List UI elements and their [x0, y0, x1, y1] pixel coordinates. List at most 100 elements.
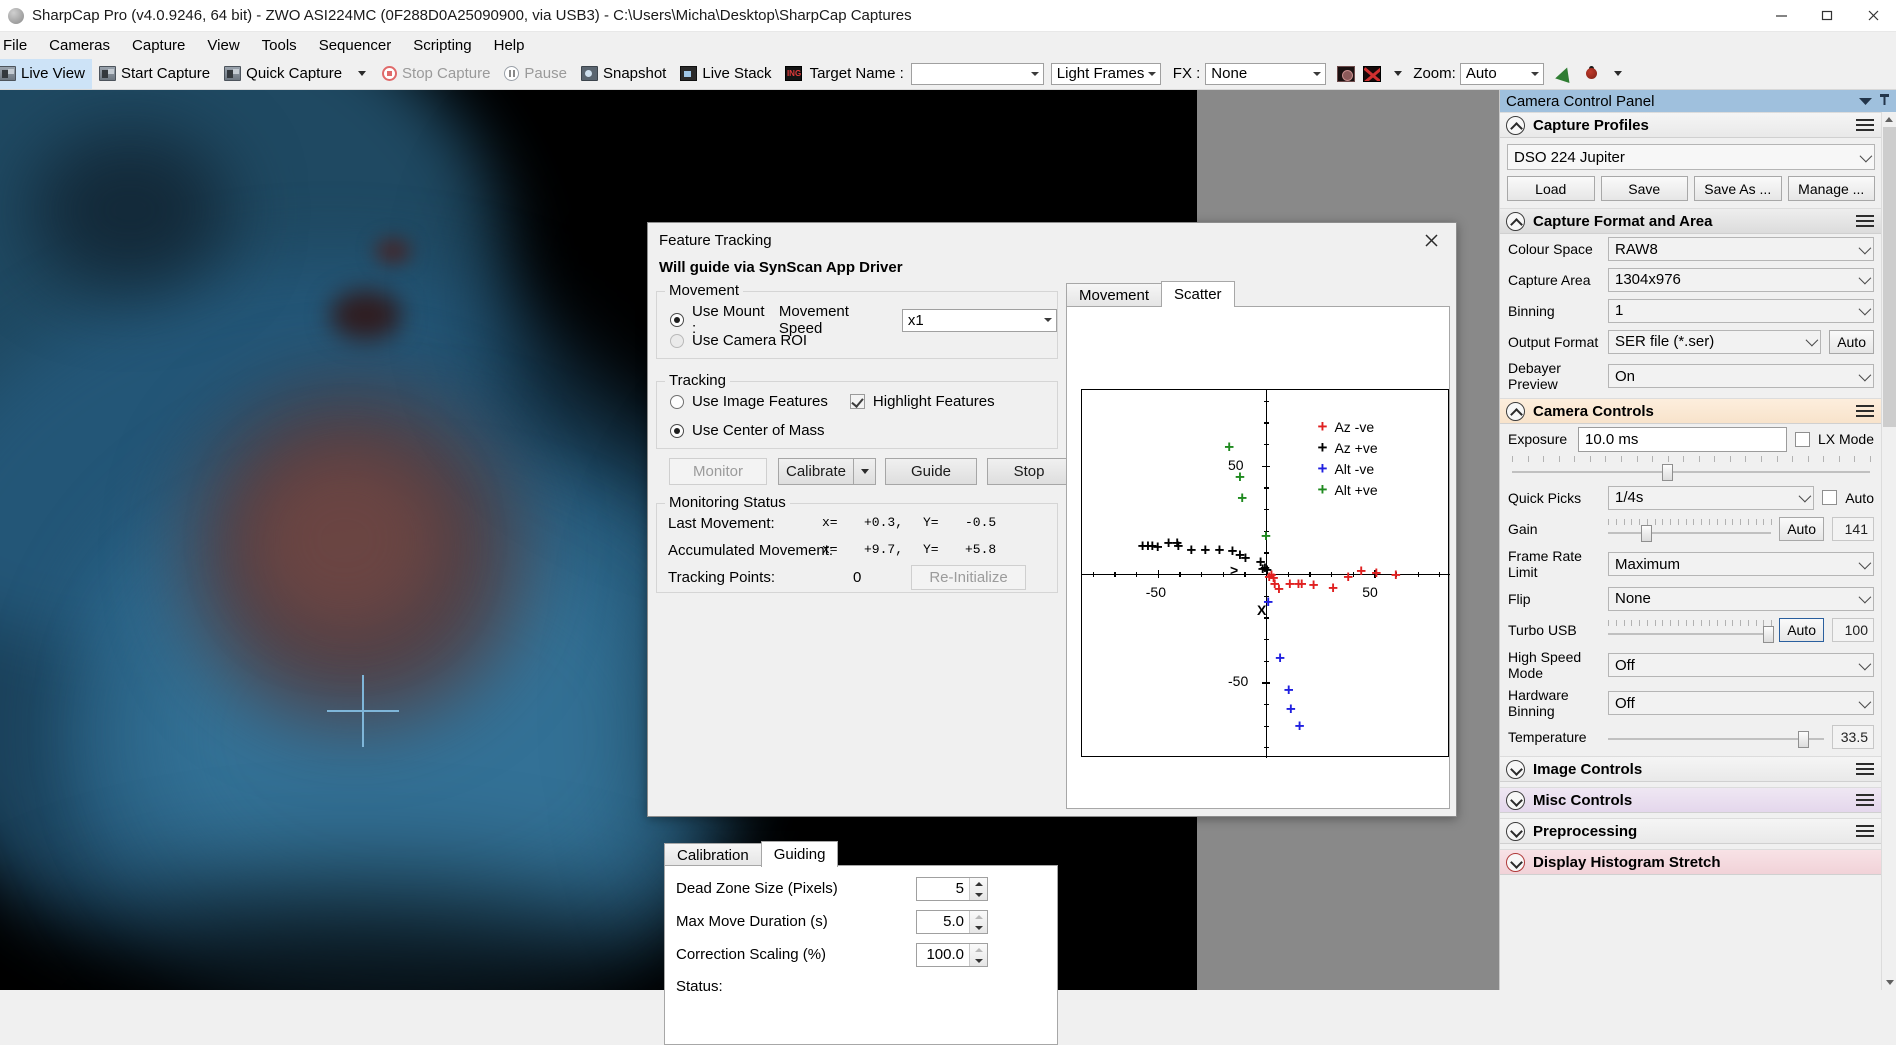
manage-profiles-button[interactable]: Manage ... [1787, 176, 1875, 201]
menu-item-view[interactable]: View [196, 34, 250, 57]
lx-mode-checkbox[interactable] [1794, 431, 1810, 447]
high-speed-select[interactable]: Off [1608, 653, 1874, 677]
tab-movement[interactable]: Movement [1066, 283, 1163, 307]
gain-slider[interactable] [1608, 519, 1773, 542]
section-capture-profiles[interactable]: Capture Profiles [1500, 112, 1882, 138]
section-preprocessing[interactable]: Preprocessing [1500, 818, 1882, 844]
png-format-button[interactable] [779, 59, 808, 89]
stepper-up-icon[interactable] [970, 944, 987, 955]
chevron-down-icon[interactable] [1853, 699, 1873, 708]
zoom-select[interactable]: Auto [1459, 62, 1544, 85]
capture-profile-select[interactable]: DSO 224 Jupiter [1507, 144, 1875, 170]
guide-button[interactable]: Guide [885, 458, 977, 485]
menu-item-help[interactable]: Help [483, 34, 536, 57]
chevron-down-icon[interactable] [1853, 594, 1873, 603]
overlay-dropdown[interactable] [1385, 59, 1411, 89]
fx-select[interactable]: None [1205, 62, 1327, 85]
roi-overlay-button[interactable] [1333, 59, 1359, 89]
scroll-thumb[interactable] [1883, 127, 1896, 427]
slider-thumb[interactable] [1640, 525, 1652, 542]
radio-use-mount[interactable] [670, 313, 684, 327]
exposure-input[interactable]: 10.0 ms [1578, 426, 1787, 452]
expand-icon[interactable] [1506, 852, 1525, 872]
maximize-icon[interactable] [1804, 0, 1850, 32]
tab-guiding[interactable]: Guiding [760, 841, 839, 867]
quick-capture-button[interactable]: Quick Capture [217, 59, 349, 89]
start-capture-button[interactable]: Start Capture [92, 59, 217, 89]
collapse-icon[interactable] [1506, 401, 1525, 421]
menu-icon[interactable] [1856, 214, 1874, 228]
max-move-stepper[interactable]: 5.0 [916, 910, 988, 934]
section-display-histogram[interactable]: Display Histogram Stretch [1500, 849, 1882, 875]
use-image-features-row[interactable]: Use Image Features Highlight Features [670, 393, 995, 410]
chevron-down-icon[interactable] [1853, 275, 1873, 284]
menu-item-cameras[interactable]: Cameras [38, 34, 121, 57]
frame-type-select[interactable]: Light Frames [1050, 62, 1161, 85]
chevron-down-icon[interactable] [1793, 493, 1813, 502]
calibrate-dropdown[interactable] [853, 458, 876, 485]
stepper-up-icon[interactable] [970, 878, 987, 889]
colour-space-select[interactable]: RAW8 [1608, 237, 1874, 261]
minimize-icon[interactable] [1758, 0, 1804, 32]
quick-capture-dropdown[interactable] [349, 59, 375, 89]
collapse-icon[interactable] [1506, 115, 1525, 135]
feature-tracking-dialog[interactable]: Feature Tracking Will guide via SynScan … [647, 222, 1457, 1045]
menu-icon[interactable] [1856, 404, 1874, 418]
chevron-down-icon[interactable] [1144, 64, 1160, 84]
highlight-features-checkbox[interactable] [849, 394, 865, 409]
histogram-tool-button[interactable] [1551, 59, 1578, 89]
save-as-profile-button[interactable]: Save As ... [1694, 176, 1782, 201]
reinitialize-button[interactable]: Re-Initialize [911, 565, 1026, 590]
close-icon[interactable] [1414, 225, 1448, 255]
chevron-down-icon[interactable] [1040, 310, 1056, 330]
menu-item-file[interactable]: File [0, 34, 38, 57]
menu-icon[interactable] [1856, 824, 1874, 838]
dock-scrollbar[interactable] [1881, 112, 1896, 990]
expand-icon[interactable] [1506, 790, 1525, 810]
section-misc-controls[interactable]: Misc Controls [1500, 787, 1882, 813]
flip-select[interactable]: None [1608, 586, 1874, 611]
close-icon[interactable] [1850, 0, 1896, 32]
slider-thumb[interactable] [1763, 626, 1775, 643]
target-name-input[interactable] [910, 62, 1044, 85]
live-view-button[interactable]: Live View [0, 58, 92, 89]
expand-icon[interactable] [1506, 759, 1525, 779]
output-format-select[interactable]: SER file (*.ser) [1608, 329, 1822, 354]
scatter-plot[interactable]: -50 50 -50 50 > X + + + + + + + + + + + + + + + + + + + + + + + + + + + +… [1081, 389, 1450, 758]
chevron-down-icon[interactable] [1853, 661, 1873, 670]
stepper-down-icon[interactable] [970, 955, 987, 966]
quick-picks-auto-checkbox[interactable] [1822, 490, 1838, 505]
live-stack-button[interactable]: Live Stack [673, 59, 778, 89]
correction-scaling-stepper[interactable]: 100.0 [916, 943, 988, 967]
menu-icon[interactable] [1856, 793, 1874, 807]
chevron-down-icon[interactable] [1800, 337, 1820, 346]
scroll-down-icon[interactable] [1882, 975, 1896, 990]
monitor-button[interactable]: Monitor [669, 458, 767, 485]
output-format-auto-button[interactable]: Auto [1829, 329, 1874, 354]
dead-zone-stepper[interactable]: 5 [916, 877, 988, 901]
load-profile-button[interactable]: Load [1507, 176, 1595, 201]
dock-dropdown-icon[interactable] [1859, 93, 1872, 110]
scroll-up-icon[interactable] [1882, 112, 1896, 127]
turbo-usb-auto-button[interactable]: Auto [1779, 618, 1824, 642]
frame-rate-select[interactable]: Maximum [1608, 552, 1874, 576]
stop-capture-button[interactable]: Stop Capture [375, 59, 497, 89]
turbo-usb-slider[interactable] [1608, 620, 1775, 643]
chevron-down-icon[interactable] [1309, 64, 1325, 84]
gain-auto-button[interactable]: Auto [1779, 517, 1824, 541]
tab-calibration[interactable]: Calibration [664, 843, 762, 867]
pause-button[interactable]: Pause [497, 59, 574, 89]
snapshot-button[interactable]: Snapshot [574, 59, 673, 89]
chevron-down-icon[interactable] [1854, 153, 1874, 162]
slider-thumb[interactable] [1662, 464, 1674, 481]
stepper-down-icon[interactable] [970, 889, 987, 900]
section-capture-format[interactable]: Capture Format and Area [1500, 208, 1882, 234]
radio-use-image-features[interactable] [670, 394, 684, 409]
pin-icon[interactable] [1879, 93, 1890, 110]
expand-icon[interactable] [1506, 821, 1525, 841]
crosshair-overlay-button[interactable] [1359, 59, 1385, 89]
menu-item-capture[interactable]: Capture [121, 34, 196, 57]
chevron-down-icon[interactable] [1027, 64, 1043, 84]
radio-use-camera-roi[interactable] [670, 333, 684, 348]
menu-icon[interactable] [1856, 762, 1874, 776]
